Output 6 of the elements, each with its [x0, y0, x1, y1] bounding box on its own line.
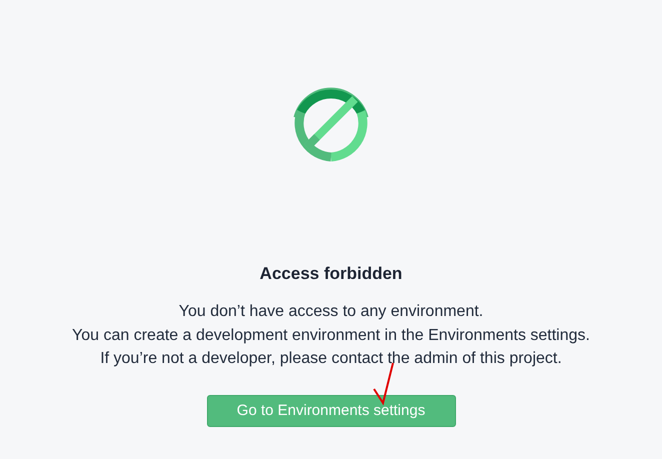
- environments-settings-button[interactable]: Go to Environments settings: [206, 394, 456, 426]
- checkmark-drawing: [372, 362, 394, 406]
- page-title: Access forbidden: [260, 264, 402, 284]
- message-line: You can create a development environment in the Environments settings.: [72, 326, 590, 346]
- message-line: If you’re not a developer, please contact the admin of this project.: [100, 349, 562, 369]
- message-line: You don’t have access to any environment.: [178, 302, 484, 322]
